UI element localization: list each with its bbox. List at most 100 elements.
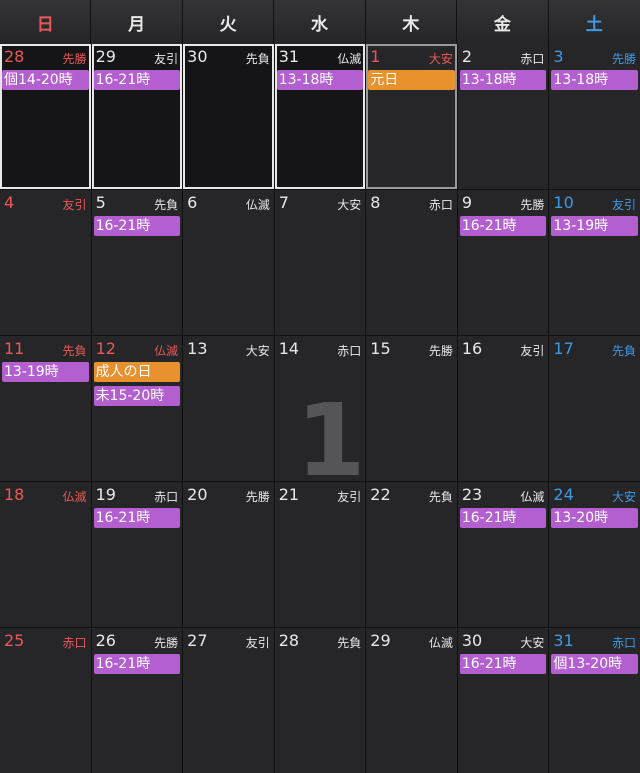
day-cell[interactable]: 13 大安	[183, 336, 274, 481]
event-list: 16-21時	[93, 508, 181, 532]
rokuyo-label: 友引	[520, 344, 545, 358]
day-number: 12	[95, 339, 116, 358]
rokuyo-label: 大安	[428, 52, 453, 66]
rokuyo-label: 先負	[62, 344, 87, 358]
day-cell[interactable]: 12 仏滅成人の日未15-20時	[91, 336, 183, 481]
event-list: 13-20時	[551, 508, 638, 532]
event-list: 16-21時	[459, 654, 547, 678]
day-number: 18	[4, 485, 25, 504]
rokuyo-label: 仏滅	[428, 636, 453, 650]
day-number: 29	[95, 47, 116, 66]
event-badge[interactable]: 13-20時	[551, 508, 638, 528]
day-number: 30	[461, 631, 483, 650]
event-list: 13-18時	[276, 70, 364, 94]
day-cell[interactable]: 4 友引	[0, 190, 91, 335]
rokuyo-label: 友引	[245, 636, 270, 650]
event-badge[interactable]: 13-18時	[551, 70, 638, 90]
day-cell[interactable]: 21 友引	[274, 482, 366, 627]
day-cell[interactable]: 7 大安	[274, 190, 366, 335]
rokuyo-label: 大安	[611, 490, 636, 504]
event-badge[interactable]: 個14-20時	[2, 70, 89, 90]
day-cell[interactable]: 23 仏滅 16-21時	[457, 482, 549, 627]
day-cell[interactable]: 18 仏滅	[0, 482, 91, 627]
day-cell[interactable]: 30 先負	[183, 44, 274, 189]
day-cell[interactable]: 17 先負	[549, 336, 640, 481]
day-number: 9	[461, 193, 473, 212]
event-badge[interactable]: 16-21時	[93, 654, 181, 674]
day-cell[interactable]: 3 先勝 13-18時	[549, 44, 640, 189]
rokuyo-label: 友引	[62, 198, 87, 212]
event-badge[interactable]: 元日	[368, 70, 455, 90]
calendar-grid: 28 先勝 個14-20時 29 友引 16-21時 30 先負 31 仏滅 13-18時 1 大安 元日…	[0, 44, 640, 773]
day-cell[interactable]: 26 先勝 16-21時	[91, 628, 183, 773]
day-cell[interactable]: 31 仏滅 13-18時	[274, 44, 366, 189]
event-list: 16-21時	[459, 508, 547, 532]
rokuyo-label: 先勝	[245, 490, 270, 504]
day-cell[interactable]: 29 友引 16-21時	[91, 44, 183, 189]
day-cell[interactable]: 10 友引 13-19時	[549, 190, 640, 335]
day-cell[interactable]: 15 先勝	[366, 336, 457, 481]
day-cell[interactable]: 11 先負 13-19時	[0, 336, 91, 481]
event-badge[interactable]: 13-19時	[551, 216, 638, 236]
rokuyo-label: 仏滅	[520, 490, 545, 504]
rokuyo-label: 赤口	[154, 490, 179, 504]
event-list: 元日	[368, 70, 455, 94]
day-cell[interactable]: 5 先負 16-21時	[91, 190, 183, 335]
event-list: 13-18時	[551, 70, 638, 94]
rokuyo-label: 仏滅	[62, 490, 87, 504]
event-list: 13-19時	[2, 362, 89, 386]
day-cell[interactable]: 16 友引	[457, 336, 549, 481]
weekday-5: 金	[457, 0, 549, 44]
day-cell[interactable]: 20 先勝	[183, 482, 274, 627]
day-cell[interactable]: 14 赤口	[274, 336, 366, 481]
day-cell[interactable]: 19 赤口 16-21時	[91, 482, 183, 627]
day-number: 7	[278, 193, 289, 212]
event-badge[interactable]: 16-21時	[459, 654, 547, 674]
day-number: 28	[278, 631, 300, 650]
day-number: 25	[4, 631, 25, 650]
rokuyo-label: 友引	[337, 490, 362, 504]
day-number: 20	[187, 485, 208, 504]
event-badge[interactable]: 成人の日	[93, 362, 181, 382]
event-list: 個14-20時	[2, 70, 89, 94]
day-cell[interactable]: 25 赤口	[0, 628, 91, 773]
rokuyo-label: 大安	[337, 198, 362, 212]
event-list: 16-21時	[93, 654, 181, 678]
day-cell[interactable]: 6 仏滅	[183, 190, 274, 335]
event-badge[interactable]: 未15-20時	[93, 386, 181, 406]
event-list: 成人の日未15-20時	[93, 362, 181, 410]
day-number: 24	[553, 485, 574, 504]
day-cell[interactable]: 8 赤口	[366, 190, 457, 335]
day-cell[interactable]: 9 先勝 16-21時	[457, 190, 549, 335]
day-cell[interactable]: 31 赤口 個13-20時	[549, 628, 640, 773]
weekday-1: 月	[91, 0, 183, 44]
event-badge[interactable]: 13-18時	[459, 70, 547, 90]
rokuyo-label: 赤口	[428, 198, 453, 212]
day-cell[interactable]: 1 大安 元日	[366, 44, 457, 189]
event-badge[interactable]: 16-21時	[93, 508, 181, 528]
event-list: 16-21時	[93, 216, 181, 240]
rokuyo-label: 仏滅	[154, 344, 179, 358]
day-number: 2	[461, 47, 473, 66]
rokuyo-label: 赤口	[62, 636, 87, 650]
day-cell[interactable]: 28 先負	[274, 628, 366, 773]
day-number: 22	[370, 485, 391, 504]
day-cell[interactable]: 2 赤口 13-18時	[457, 44, 549, 189]
rokuyo-label: 先負	[245, 52, 270, 66]
day-cell[interactable]: 24 大安 13-20時	[549, 482, 640, 627]
event-badge[interactable]: 個13-20時	[551, 654, 638, 674]
event-badge[interactable]: 16-21時	[459, 216, 547, 236]
day-cell[interactable]: 30 大安 16-21時	[457, 628, 549, 773]
event-badge[interactable]: 13-19時	[2, 362, 89, 382]
event-badge[interactable]: 16-21時	[459, 508, 547, 528]
day-cell[interactable]: 27 友引	[183, 628, 274, 773]
event-badge[interactable]: 16-21時	[93, 216, 181, 236]
event-badge[interactable]: 13-18時	[276, 70, 364, 90]
day-number: 19	[95, 485, 116, 504]
day-cell[interactable]: 22 先負	[366, 482, 457, 627]
day-cell[interactable]: 28 先勝 個14-20時	[0, 44, 91, 189]
event-badge[interactable]: 16-21時	[93, 70, 181, 90]
day-number: 31	[278, 47, 300, 66]
day-cell[interactable]: 29 仏滅	[366, 628, 457, 773]
day-number: 13	[187, 339, 208, 358]
